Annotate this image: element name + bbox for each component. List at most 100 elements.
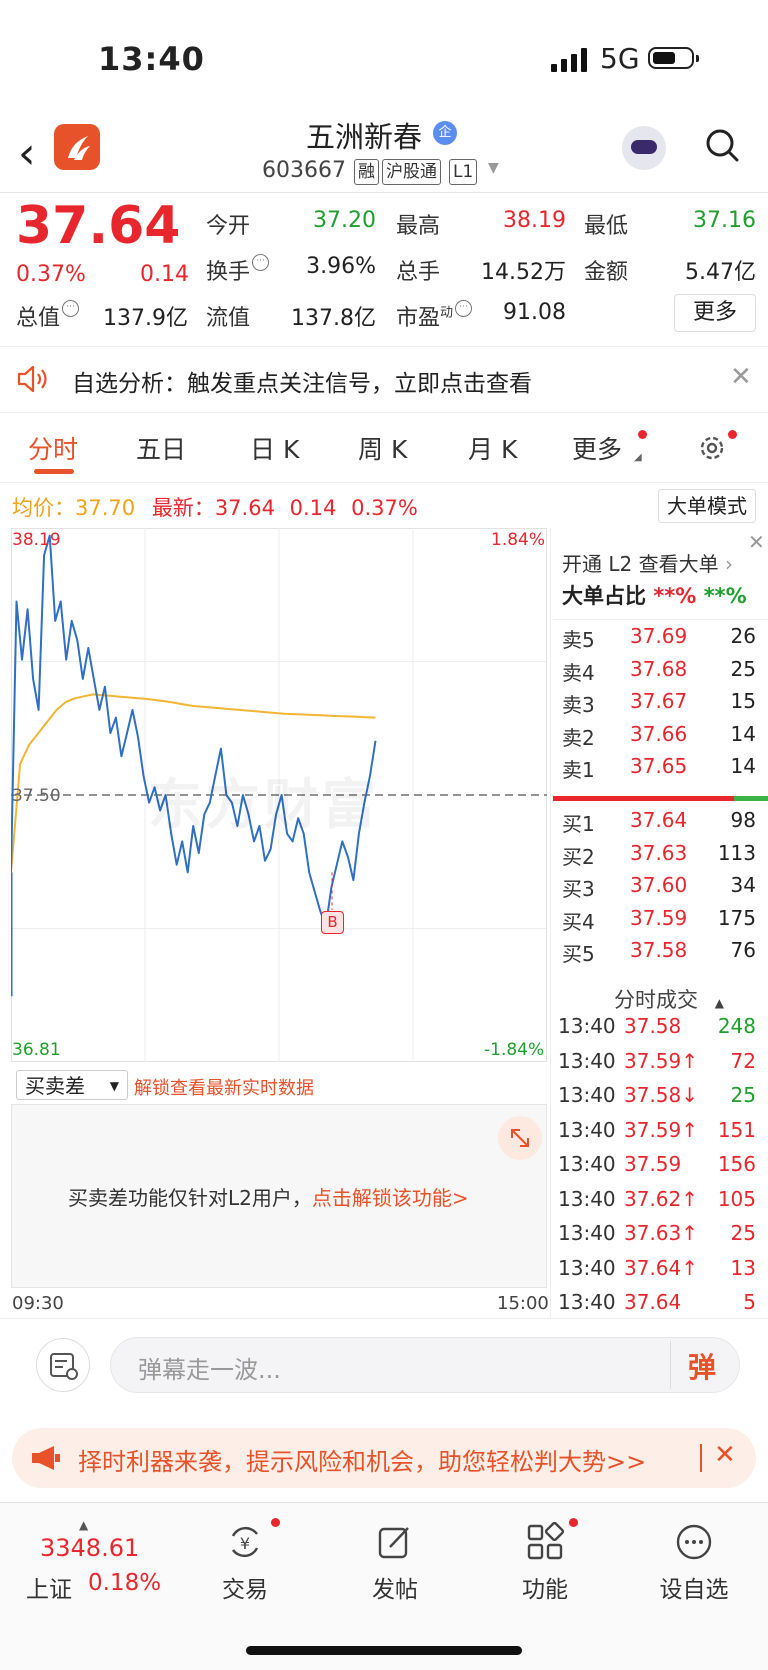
grid-icon[interactable] bbox=[525, 1522, 565, 1562]
info-icon[interactable]: ··· bbox=[62, 300, 80, 317]
close-icon[interactable]: ✕ bbox=[730, 362, 752, 392]
stock-code: 603667 bbox=[262, 158, 346, 183]
notice-text[interactable]: 自选分析：触发重点关注信号，立即点击查看 bbox=[72, 364, 532, 398]
trade-volume: 13 bbox=[730, 1255, 756, 1280]
big-order-mode-button[interactable]: 大单模式 bbox=[658, 489, 756, 523]
float-cap-label: 流值 bbox=[206, 306, 251, 331]
corner-caret-icon: ◢ bbox=[634, 452, 642, 463]
current-price: 37.64 bbox=[16, 196, 181, 256]
bid-price: 37.64 bbox=[630, 808, 688, 832]
yen-cycle-icon[interactable]: ¥ bbox=[225, 1522, 265, 1562]
nav-trade[interactable]: 交易 bbox=[195, 1570, 295, 1604]
trade-volume: 151 bbox=[717, 1117, 756, 1142]
nav-post[interactable]: 发帖 bbox=[345, 1570, 445, 1604]
latest-label: 最新： bbox=[151, 496, 215, 520]
divider bbox=[0, 346, 768, 347]
tab-five-day[interactable]: 五日 bbox=[136, 430, 186, 466]
trade-price: 37.59↑ bbox=[624, 1117, 699, 1142]
trade-time: 13:40 bbox=[558, 1152, 616, 1176]
avg-value: 37.70 bbox=[75, 496, 136, 520]
trade-volume: 156 bbox=[717, 1152, 756, 1176]
trade-ticker-header[interactable]: 分时成交 ▲ bbox=[614, 984, 724, 1014]
tab-weekly-k[interactable]: 周 K bbox=[358, 430, 407, 466]
ask-label: 卖1 bbox=[562, 758, 595, 782]
trade-price: 37.64 bbox=[624, 1290, 682, 1314]
trade-volume: 5 bbox=[743, 1290, 756, 1314]
trade-volume: 248 bbox=[717, 1014, 756, 1038]
trade-time: 13:40 bbox=[558, 1014, 616, 1038]
bid-label: 买3 bbox=[562, 877, 595, 901]
unlock-feature-link[interactable]: 点击解锁该功能> bbox=[312, 1186, 469, 1210]
divider bbox=[0, 482, 768, 483]
nav-functions[interactable]: 功能 bbox=[495, 1570, 595, 1604]
assistant-robot-icon[interactable] bbox=[622, 126, 666, 170]
speaker-icon bbox=[17, 365, 47, 393]
ask-price: 37.65 bbox=[630, 754, 688, 778]
trade-volume: 25 bbox=[730, 1221, 756, 1245]
index-value[interactable]: 3348.61 bbox=[40, 1534, 139, 1562]
tab-more[interactable]: 更多 bbox=[572, 430, 622, 466]
close-icon[interactable]: ✕ bbox=[714, 1440, 736, 1470]
promo-text[interactable]: 择时利器来袭，提示风险和机会，助您轻松判大势>> bbox=[78, 1442, 646, 1477]
change-amount: 0.14 bbox=[140, 262, 189, 287]
trade-time: 13:40 bbox=[558, 1290, 616, 1314]
ask-volume: 25 bbox=[730, 656, 756, 681]
sub-chart-selector[interactable]: 买卖差 ▼ bbox=[16, 1070, 128, 1100]
divider bbox=[700, 1444, 702, 1472]
tab-intraday[interactable]: 分时 bbox=[28, 430, 78, 466]
bid-label: 买1 bbox=[562, 812, 595, 836]
chevron-down-icon[interactable]: ▼ bbox=[488, 160, 499, 176]
x-axis-start: 09:30 bbox=[12, 1293, 64, 1314]
chevron-up-icon[interactable]: ▲ bbox=[79, 1518, 88, 1532]
edit-icon[interactable] bbox=[375, 1522, 415, 1562]
index-change[interactable]: 0.18% bbox=[88, 1570, 161, 1596]
latest-pct: 0.37% bbox=[351, 496, 418, 520]
active-tab-indicator bbox=[34, 469, 74, 474]
bid-label: 买4 bbox=[562, 909, 595, 934]
ask-price: 37.67 bbox=[630, 689, 688, 713]
back-icon[interactable]: ‹ bbox=[18, 128, 36, 179]
watermark: 东方财富 bbox=[148, 773, 380, 836]
y-axis-mid: 37.50 bbox=[12, 786, 61, 806]
turnover-value: 3.96% bbox=[306, 254, 376, 279]
tab-daily-k[interactable]: 日 K bbox=[250, 430, 299, 466]
megaphone-icon bbox=[32, 1446, 60, 1470]
volume-label: 总手 bbox=[396, 260, 441, 285]
price-line bbox=[11, 534, 377, 928]
gear-icon[interactable] bbox=[696, 430, 730, 464]
tab-monthly-k[interactable]: 月 K bbox=[468, 430, 517, 466]
big-order-ratio: 大单占比 **% **% bbox=[562, 584, 747, 608]
verified-badge: 企 bbox=[433, 121, 457, 145]
comment-list-icon[interactable] bbox=[36, 1338, 90, 1392]
trade-time: 13:40 bbox=[558, 1255, 616, 1280]
ask-volume: 14 bbox=[730, 721, 756, 746]
expand-icon[interactable] bbox=[498, 1116, 542, 1160]
more-circle-icon[interactable] bbox=[674, 1522, 714, 1562]
open-value: 37.20 bbox=[313, 208, 376, 233]
divider bbox=[670, 1341, 671, 1389]
more-button[interactable]: 更多 bbox=[674, 294, 756, 332]
nav-add-watchlist[interactable]: 设自选 bbox=[644, 1570, 744, 1604]
ask-price: 37.66 bbox=[630, 721, 688, 746]
divider bbox=[0, 1318, 768, 1319]
network-label: 5G bbox=[600, 42, 640, 75]
unlock-realtime-link[interactable]: 解锁查看最新实时数据 bbox=[134, 1074, 314, 1100]
trade-volume: 105 bbox=[717, 1186, 756, 1211]
info-icon[interactable]: ··· bbox=[252, 254, 270, 271]
l2-upgrade-link[interactable]: 开通 L2 查看大单 › bbox=[562, 548, 733, 577]
ask-volume: 26 bbox=[730, 624, 756, 648]
ask-volume: 15 bbox=[730, 689, 756, 713]
x-axis-end: 15:00 bbox=[497, 1293, 549, 1314]
close-icon[interactable]: ✕ bbox=[748, 530, 765, 554]
search-icon[interactable] bbox=[705, 128, 739, 162]
pct-axis-low: -1.84% bbox=[484, 1040, 545, 1060]
trade-time: 13:40 bbox=[558, 1048, 616, 1073]
info-icon[interactable]: ··· bbox=[455, 300, 473, 317]
index-name[interactable]: 上证 bbox=[26, 1570, 72, 1604]
tag-margin: 融 bbox=[354, 159, 379, 185]
danmu-button[interactable]: 弹 bbox=[688, 1346, 716, 1386]
bid-volume: 34 bbox=[730, 873, 756, 897]
buy-marker[interactable]: B bbox=[321, 911, 344, 934]
amount-value: 5.47亿 bbox=[685, 260, 756, 285]
avg-label: 均价： bbox=[12, 496, 75, 520]
